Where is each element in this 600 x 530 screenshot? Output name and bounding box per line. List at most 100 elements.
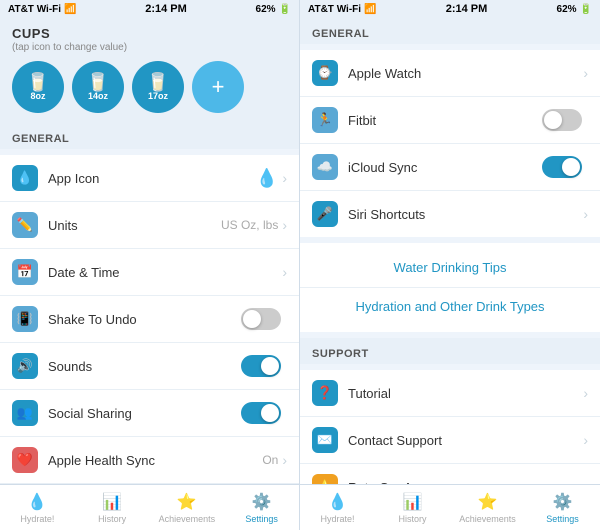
settings-row-contact-support[interactable]: ✉️ Contact Support › bbox=[300, 417, 600, 464]
cup-add-button[interactable]: + bbox=[192, 61, 244, 113]
settings-list-right-general: ⌚ Apple Watch › 🏃 Fitbit ☁️ iCloud Sync bbox=[300, 50, 600, 237]
settings-row-sounds[interactable]: 🔊 Sounds bbox=[0, 343, 299, 390]
cup-add-icon: + bbox=[212, 74, 225, 100]
settings-row-fitbit[interactable]: 🏃 Fitbit bbox=[300, 97, 600, 144]
fitbit-toggle[interactable] bbox=[542, 109, 582, 131]
fitbit-icon: 🏃 bbox=[312, 107, 338, 133]
tab-hydrate-right[interactable]: 💧 Hydrate! bbox=[300, 492, 375, 524]
tab-achievements-right[interactable]: ⭐ Achievements bbox=[450, 492, 525, 524]
rate-app-icon: ⭐ bbox=[312, 474, 338, 484]
tab-settings-right-icon: ⚙️ bbox=[553, 492, 573, 512]
tab-history-left-icon: 📊 bbox=[102, 492, 122, 512]
cup-17oz[interactable]: 🥛 17oz bbox=[132, 61, 184, 113]
left-scroll: CUPS (tap icon to change value) 🥛 8oz 🥛 … bbox=[0, 18, 299, 484]
link-row-hydration-types[interactable]: Hydration and Other Drink Types bbox=[300, 288, 600, 326]
status-time-left: 2:14 PM bbox=[145, 3, 187, 15]
units-icon: ✏️ bbox=[12, 212, 38, 238]
cups-title: CUPS bbox=[12, 26, 287, 41]
units-chevron: › bbox=[282, 217, 287, 233]
datetime-label: Date & Time bbox=[48, 265, 282, 280]
settings-row-units[interactable]: ✏️ Units US Oz, lbs › bbox=[0, 202, 299, 249]
settings-row-siri[interactable]: 🎤 Siri Shortcuts › bbox=[300, 191, 600, 237]
battery-text: 62% bbox=[256, 4, 276, 15]
contact-support-chevron: › bbox=[583, 432, 588, 448]
social-toggle[interactable] bbox=[241, 402, 281, 424]
tab-hydrate-right-label: Hydrate! bbox=[320, 514, 354, 524]
status-time-right: 2:14 PM bbox=[446, 3, 488, 15]
shake-toggle-knob bbox=[243, 310, 261, 328]
applewatch-right-chevron: › bbox=[583, 65, 588, 81]
tab-achievements-left[interactable]: ⭐ Achievements bbox=[150, 492, 225, 524]
left-panel: AT&T Wi-Fi 📶 2:14 PM 62% 🔋 CUPS (tap ico… bbox=[0, 0, 300, 530]
sounds-toggle[interactable] bbox=[241, 355, 281, 377]
tab-achievements-right-label: Achievements bbox=[459, 514, 516, 524]
tab-hydrate-left-icon: 💧 bbox=[27, 492, 47, 512]
right-scroll: GENERAL ⌚ Apple Watch › 🏃 Fitbit ☁️ iClo… bbox=[300, 18, 600, 484]
tab-hydrate-left[interactable]: 💧 Hydrate! bbox=[0, 492, 75, 524]
units-label: Units bbox=[48, 218, 221, 233]
health-value: On bbox=[262, 453, 278, 467]
tab-achievements-left-icon: ⭐ bbox=[177, 492, 197, 512]
applewatch-right-label: Apple Watch bbox=[348, 66, 583, 81]
tutorial-chevron: › bbox=[583, 385, 588, 401]
settings-row-appicon[interactable]: 💧 App Icon 💧 › bbox=[0, 155, 299, 202]
health-label: Apple Health Sync bbox=[48, 453, 262, 468]
settings-row-shake[interactable]: 📳 Shake To Undo bbox=[0, 296, 299, 343]
cup-14oz[interactable]: 🥛 14oz bbox=[72, 61, 124, 113]
settings-row-health[interactable]: ❤️ Apple Health Sync On › bbox=[0, 437, 299, 484]
hydration-types-link[interactable]: Hydration and Other Drink Types bbox=[355, 299, 544, 314]
settings-row-icloud[interactable]: ☁️ iCloud Sync bbox=[300, 144, 600, 191]
tab-bar-right: 💧 Hydrate! 📊 History ⭐ Achievements ⚙️ S… bbox=[300, 484, 600, 530]
icloud-label: iCloud Sync bbox=[348, 160, 542, 175]
cup-14oz-label: 14oz bbox=[88, 91, 108, 101]
status-right-left: AT&T Wi-Fi 📶 bbox=[308, 4, 377, 15]
tab-achievements-left-label: Achievements bbox=[159, 514, 216, 524]
settings-row-applewatch-right[interactable]: ⌚ Apple Watch › bbox=[300, 50, 600, 97]
tab-history-left[interactable]: 📊 History bbox=[75, 492, 150, 524]
shake-toggle[interactable] bbox=[241, 308, 281, 330]
siri-label: Siri Shortcuts bbox=[348, 207, 583, 222]
settings-row-datetime[interactable]: 📅 Date & Time › bbox=[0, 249, 299, 296]
tab-history-right-icon: 📊 bbox=[403, 492, 423, 512]
cup-17oz-label: 17oz bbox=[148, 91, 168, 101]
shake-icon: 📳 bbox=[12, 306, 38, 332]
water-tips-link[interactable]: Water Drinking Tips bbox=[394, 260, 507, 275]
datetime-chevron: › bbox=[282, 264, 287, 280]
contact-support-label: Contact Support bbox=[348, 433, 583, 448]
status-bar-right: AT&T Wi-Fi 📶 2:14 PM 62% 🔋 bbox=[300, 0, 600, 18]
contact-support-icon: ✉️ bbox=[312, 427, 338, 453]
icloud-toggle[interactable] bbox=[542, 156, 582, 178]
appicon-label: App Icon bbox=[48, 171, 256, 186]
cup-8oz[interactable]: 🥛 8oz bbox=[12, 61, 64, 113]
tab-settings-left-label: Settings bbox=[245, 514, 278, 524]
sounds-toggle-knob bbox=[261, 357, 279, 375]
link-row-water-tips[interactable]: Water Drinking Tips bbox=[300, 249, 600, 288]
status-right: 62% 🔋 bbox=[256, 4, 291, 15]
support-section-header: SUPPORT bbox=[300, 338, 600, 364]
battery-icon: 🔋 bbox=[279, 4, 291, 15]
tab-history-right[interactable]: 📊 History bbox=[375, 492, 450, 524]
status-right-right: 62% 🔋 bbox=[557, 4, 592, 15]
general-section-header-left: GENERAL bbox=[0, 123, 299, 149]
appicon-chevron: › bbox=[282, 170, 287, 186]
social-label: Social Sharing bbox=[48, 406, 241, 421]
settings-row-rate-app[interactable]: ⭐ Rate Our App › bbox=[300, 464, 600, 484]
social-icon: 👥 bbox=[12, 400, 38, 426]
tab-settings-right[interactable]: ⚙️ Settings bbox=[525, 492, 600, 524]
settings-list-left: 💧 App Icon 💧 › ✏️ Units US Oz, lbs › 📅 D… bbox=[0, 155, 299, 484]
tab-settings-left[interactable]: ⚙️ Settings bbox=[224, 492, 299, 524]
cups-row: 🥛 8oz 🥛 14oz 🥛 17oz + bbox=[12, 61, 287, 113]
cup-17oz-icon: 🥛 bbox=[147, 73, 169, 91]
fitbit-toggle-knob bbox=[544, 111, 562, 129]
datetime-icon: 📅 bbox=[12, 259, 38, 285]
settings-row-tutorial[interactable]: ❓ Tutorial › bbox=[300, 370, 600, 417]
tab-history-left-label: History bbox=[98, 514, 126, 524]
siri-chevron: › bbox=[583, 206, 588, 222]
wifi-icon: 📶 bbox=[64, 4, 76, 15]
status-bar-left: AT&T Wi-Fi 📶 2:14 PM 62% 🔋 bbox=[0, 0, 299, 18]
settings-row-social[interactable]: 👥 Social Sharing bbox=[0, 390, 299, 437]
siri-icon: 🎤 bbox=[312, 201, 338, 227]
tab-bar-left: 💧 Hydrate! 📊 History ⭐ Achievements ⚙️ S… bbox=[0, 484, 299, 530]
cup-8oz-label: 8oz bbox=[30, 91, 45, 101]
settings-list-right-support: ❓ Tutorial › ✉️ Contact Support › ⭐ Rate… bbox=[300, 370, 600, 484]
